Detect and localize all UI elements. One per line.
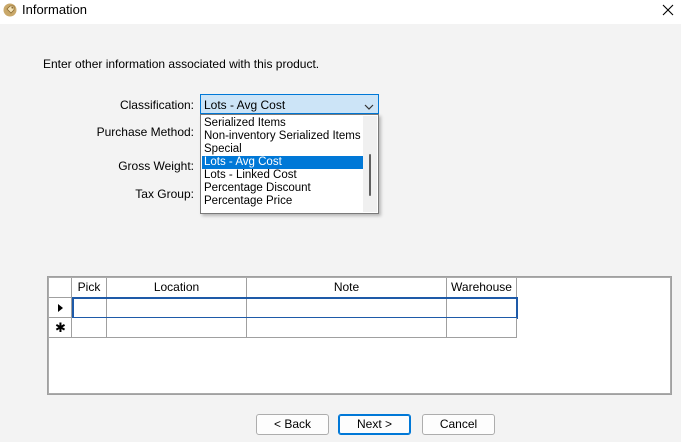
row-header-new[interactable]: ✱ [49, 318, 72, 338]
dropdown-item-serialized-items[interactable]: Serialized Items [202, 117, 363, 130]
column-header-label: Note [333, 280, 360, 294]
dropdown-item-non-inventory-serialized[interactable]: Non-inventory Serialized Items [202, 130, 363, 143]
location-grid[interactable]: Pick Location Note Warehouse ✱ [47, 276, 672, 395]
window-title: Information [22, 2, 88, 17]
table-cell-location[interactable] [107, 298, 247, 318]
classification-combobox[interactable]: Lots - Avg Cost [200, 94, 379, 114]
table-cell-note[interactable] [247, 318, 447, 338]
grid-corner-header[interactable] [49, 278, 72, 298]
title-bar: Information [0, 0, 681, 22]
intro-text: Enter other information associated with … [43, 57, 320, 71]
dropdown-scrollbar[interactable] [363, 116, 377, 212]
next-button[interactable]: Next > [338, 414, 411, 435]
column-header-pick[interactable]: Pick [72, 278, 107, 298]
new-row-asterisk-icon: ✱ [55, 320, 66, 335]
dropdown-item-lots-linked-cost[interactable]: Lots - Linked Cost [202, 169, 363, 182]
dropdown-item-percentage-price[interactable]: Percentage Price [202, 195, 363, 208]
current-row-arrow-icon [58, 304, 63, 312]
classification-label: Classification: [119, 98, 194, 112]
column-header-label: Location [153, 280, 200, 294]
table-cell-pick[interactable] [72, 318, 107, 338]
column-header-label: Warehouse [451, 280, 512, 294]
cancel-button[interactable]: Cancel [422, 414, 495, 435]
table-cell-location[interactable] [107, 318, 247, 338]
tag-icon [3, 3, 17, 17]
dropdown-item-lots-avg-cost[interactable]: Lots - Avg Cost [202, 156, 363, 169]
column-header-location[interactable]: Location [107, 278, 247, 298]
dropdown-item-percentage-discount[interactable]: Percentage Discount [202, 182, 363, 195]
close-button[interactable] [655, 0, 681, 20]
tax-group-label: Tax Group: [135, 187, 194, 201]
chevron-down-icon[interactable] [364, 100, 374, 114]
table-cell-pick[interactable] [72, 298, 107, 318]
column-header-note[interactable]: Note [247, 278, 447, 298]
grid-background: Pick Location Note Warehouse ✱ [49, 278, 670, 393]
gross-weight-label: Gross Weight: [118, 159, 194, 173]
close-icon [662, 4, 674, 16]
back-button[interactable]: < Back [256, 414, 329, 435]
row-header-current[interactable] [49, 298, 72, 318]
scrollbar-thumb[interactable] [369, 154, 371, 196]
classification-value: Lots - Avg Cost [204, 98, 286, 112]
table-cell-warehouse[interactable] [447, 318, 517, 338]
purchase-method-label: Purchase Method: [96, 125, 194, 139]
dropdown-item-special[interactable]: Special [202, 143, 363, 156]
table-cell-warehouse[interactable] [447, 298, 517, 318]
column-header-label: Pick [77, 280, 101, 294]
column-header-warehouse[interactable]: Warehouse [447, 278, 517, 298]
classification-dropdown-list[interactable]: Serialized Items Non-inventory Serialize… [200, 114, 379, 214]
table-cell-note[interactable] [247, 298, 447, 318]
